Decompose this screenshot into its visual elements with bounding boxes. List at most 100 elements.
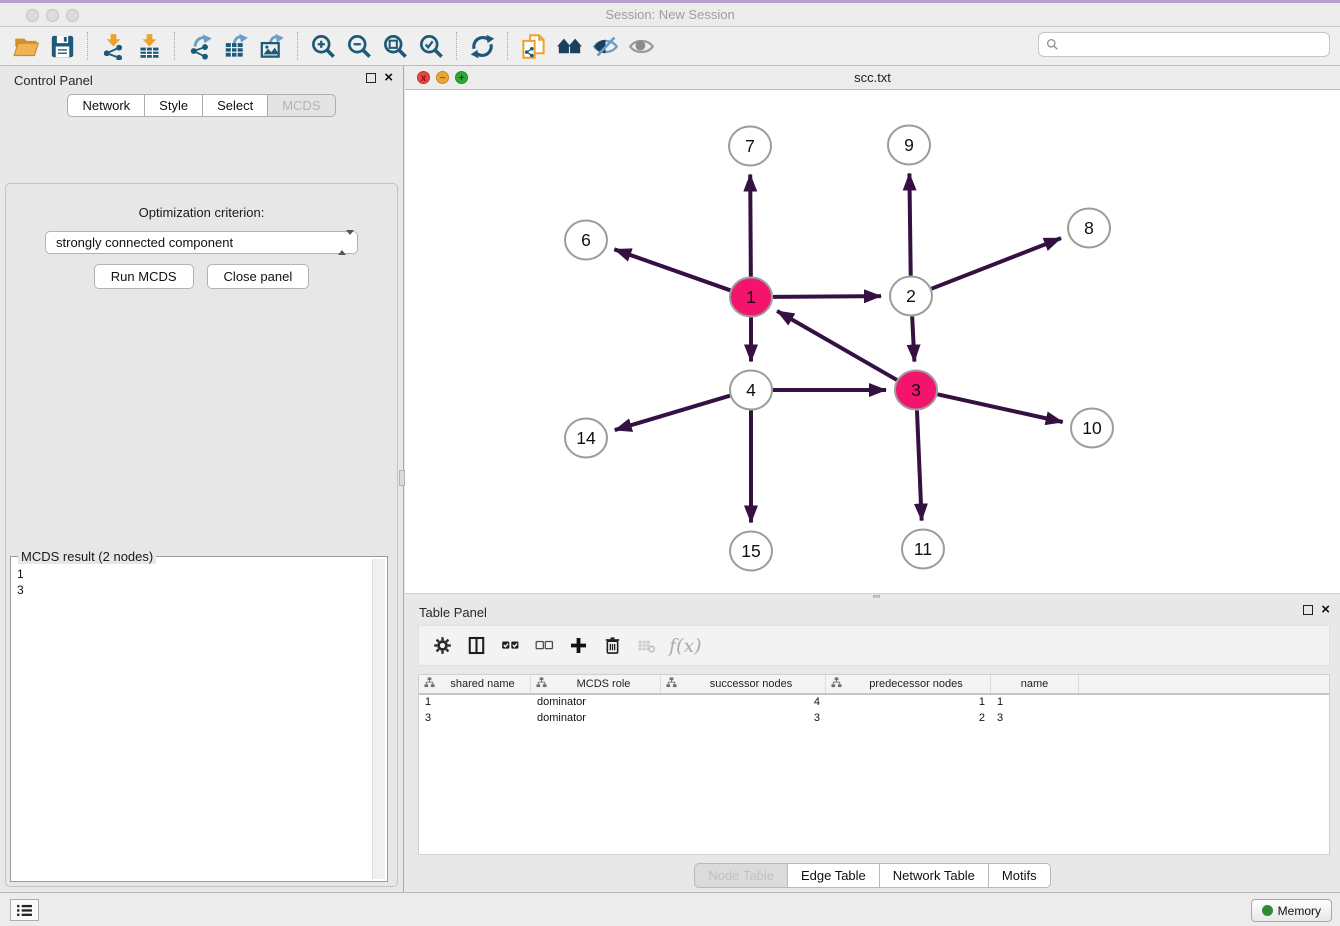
column-header-successor-nodes[interactable]: successor nodes [661, 675, 826, 693]
table-cell[interactable]: 3 [661, 711, 826, 727]
tab-edge-table[interactable]: Edge Table [788, 863, 880, 888]
column-header-name[interactable]: name [991, 675, 1079, 693]
home-icon[interactable] [551, 29, 587, 63]
graph-node-4[interactable]: 4 [730, 371, 772, 410]
application-window: Session: New Session Control Panel × Net… [0, 0, 1340, 926]
save-session-icon[interactable] [44, 29, 80, 63]
select-all-icon[interactable] [495, 631, 525, 661]
zoom-in-icon[interactable] [305, 29, 341, 63]
table-toolbar: f(x) [418, 625, 1330, 666]
table-panel-title: Table Panel [419, 605, 487, 620]
table-cell[interactable]: 2 [826, 711, 991, 727]
mcds-panel: Optimization criterion: strongly connect… [5, 183, 398, 887]
table-cell[interactable]: 1 [419, 695, 531, 711]
table-header-row: shared nameMCDS rolesuccessor nodesprede… [419, 675, 1329, 695]
graph-edge-4-14[interactable] [615, 396, 730, 430]
hide-selected-icon[interactable] [587, 29, 623, 63]
graph-node-6[interactable]: 6 [565, 221, 607, 260]
refresh-icon[interactable] [464, 29, 500, 63]
table-cell[interactable]: 3 [991, 711, 1079, 727]
close-panel-icon[interactable]: × [384, 73, 393, 83]
zoom-selected-icon[interactable] [413, 29, 449, 63]
table-cell[interactable]: dominator [531, 695, 661, 711]
deselect-all-icon[interactable] [529, 631, 559, 661]
graph-edge-2-9[interactable] [909, 173, 910, 275]
import-network-icon[interactable] [95, 29, 131, 63]
close-table-panel-icon[interactable]: × [1321, 605, 1330, 615]
status-bar: Memory [0, 892, 1340, 926]
graph-node-14[interactable]: 14 [565, 419, 607, 458]
memory-button[interactable]: Memory [1251, 899, 1332, 922]
run-mcds-button[interactable]: Run MCDS [94, 264, 194, 289]
control-panel: Control Panel × NetworkStyleSelectMCDS O… [0, 66, 404, 892]
graph-node-15[interactable]: 15 [730, 532, 772, 571]
column-header-MCDS-role[interactable]: MCDS role [531, 675, 661, 693]
float-panel-icon[interactable] [366, 73, 376, 83]
export-network-icon[interactable] [182, 29, 218, 63]
close-panel-button[interactable]: Close panel [207, 264, 310, 289]
column-header-shared-name[interactable]: shared name [419, 675, 531, 693]
settings-gear-icon[interactable] [427, 631, 457, 661]
graph-edge-3-1[interactable] [777, 311, 897, 380]
graph-node-1[interactable]: 1 [730, 278, 772, 317]
vertical-splitter-grip[interactable] [399, 470, 405, 486]
graph-edge-3-10[interactable] [938, 394, 1063, 422]
graph-node-10[interactable]: 10 [1071, 409, 1113, 448]
criterion-select[interactable]: strongly connected component [45, 231, 358, 254]
result-scrollbar[interactable] [372, 559, 385, 879]
float-table-panel-icon[interactable] [1303, 605, 1313, 615]
add-row-icon[interactable] [563, 631, 593, 661]
graph-edge-1-7[interactable] [750, 174, 751, 276]
import-table-icon[interactable] [131, 29, 167, 63]
table-row[interactable]: 3dominator323 [419, 711, 1329, 727]
task-history-button[interactable] [10, 899, 39, 921]
node-table: shared nameMCDS rolesuccessor nodesprede… [418, 674, 1330, 855]
tab-style[interactable]: Style [145, 94, 203, 117]
table-cell[interactable]: 1 [826, 695, 991, 711]
column-header-predecessor-nodes[interactable]: predecessor nodes [826, 675, 991, 693]
graph-edge-1-6[interactable] [614, 249, 730, 290]
function-builder-icon[interactable]: f(x) [669, 635, 702, 657]
graph-node-3[interactable]: 3 [895, 371, 937, 410]
table-row[interactable]: 1dominator411 [419, 695, 1329, 711]
table-cell[interactable]: 1 [991, 695, 1079, 711]
graph-node-11[interactable]: 11 [902, 530, 944, 569]
graph-node-7[interactable]: 7 [729, 127, 771, 166]
clone-network-icon[interactable] [515, 29, 551, 63]
table-cell[interactable]: dominator [531, 711, 661, 727]
tree-icon [424, 677, 435, 691]
graph-node-label: 9 [904, 135, 914, 155]
open-session-icon[interactable] [8, 29, 44, 63]
graph-edge-2-8[interactable] [932, 238, 1061, 289]
network-window-titlebar[interactable]: x − + scc.txt [405, 66, 1340, 90]
tab-network-table[interactable]: Network Table [880, 863, 989, 888]
table-panel-header: Table Panel × [405, 598, 1340, 626]
tree-icon [831, 677, 842, 691]
window-titlebar[interactable]: Session: New Session [0, 3, 1340, 27]
tab-network[interactable]: Network [67, 94, 145, 117]
tab-motifs[interactable]: Motifs [989, 863, 1051, 888]
graph-edge-1-2[interactable] [773, 296, 881, 297]
graph-node-8[interactable]: 8 [1068, 209, 1110, 248]
graph-edge-2-3[interactable] [912, 316, 914, 361]
zoom-fit-icon[interactable] [377, 29, 413, 63]
column-view-icon[interactable] [461, 631, 491, 661]
zoom-out-icon[interactable] [341, 29, 377, 63]
graph-svg: 7 9 6 8 1 2 4 3 14 10 15 11 [405, 90, 1340, 593]
table-cell[interactable]: 3 [419, 711, 531, 727]
export-table-icon[interactable] [218, 29, 254, 63]
delete-row-icon[interactable] [597, 631, 627, 661]
export-image-icon[interactable] [254, 29, 290, 63]
graph-node-9[interactable]: 9 [888, 126, 930, 165]
search-input[interactable] [1038, 32, 1330, 57]
network-canvas[interactable]: 7 9 6 8 1 2 4 3 14 10 15 11 [405, 90, 1340, 593]
graph-edge-3-11[interactable] [917, 410, 922, 520]
tab-mcds[interactable]: MCDS [268, 94, 335, 117]
graph-node-2[interactable]: 2 [890, 277, 932, 316]
toolbar-separator [87, 32, 88, 60]
table-cell[interactable]: 4 [661, 695, 826, 711]
delete-table-icon [631, 631, 661, 661]
tab-select[interactable]: Select [203, 94, 268, 117]
tab-node-table[interactable]: Node Table [694, 863, 788, 888]
show-all-icon[interactable] [623, 29, 659, 63]
